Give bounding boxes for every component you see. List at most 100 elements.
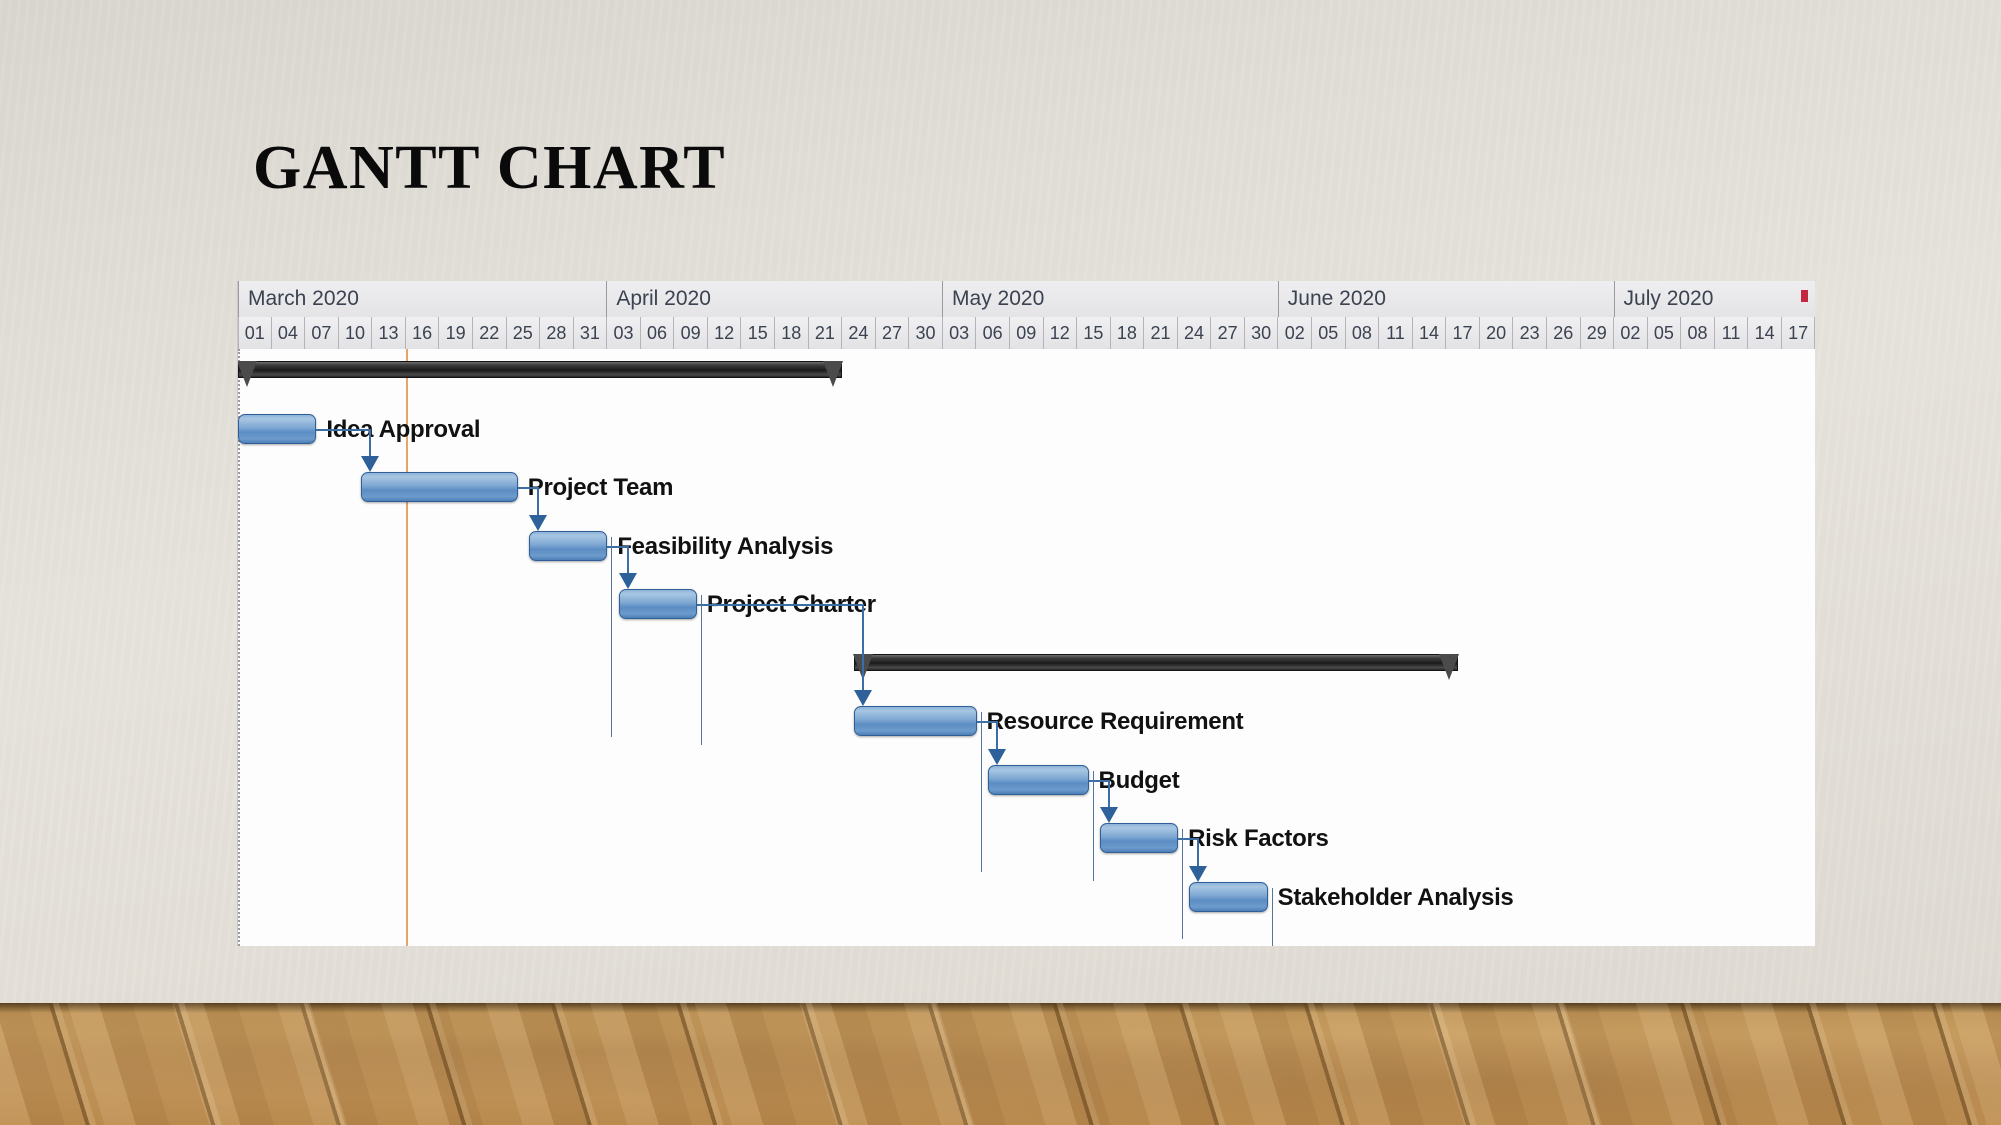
- dependency-arrow-icon: [1099, 807, 1118, 823]
- day-tick-cell: 09: [1009, 317, 1044, 349]
- day-tick-cell: 11: [1379, 317, 1413, 349]
- day-tick-cell: 17: [1446, 317, 1480, 349]
- day-tick-cell: 08: [1681, 317, 1715, 349]
- month-header-cell: June 2020: [1278, 281, 1615, 317]
- summary-bar-body: [853, 653, 1458, 671]
- dependency-link-vertical: [626, 545, 629, 575]
- day-tick-cell: 09: [674, 317, 708, 349]
- day-tick-cell: 30: [909, 317, 943, 349]
- day-tick-cell: 20: [1479, 317, 1514, 349]
- day-tick-cell: 15: [741, 317, 775, 349]
- page-title: GANTT CHART: [253, 134, 727, 202]
- day-tick-cell: 08: [1345, 317, 1380, 349]
- day-tick-cell: 23: [1513, 317, 1547, 349]
- day-tick-cell: 06: [976, 317, 1010, 349]
- day-tick-cell: 22: [472, 317, 507, 349]
- day-tick-cell: 28: [540, 317, 574, 349]
- floor-wood-grain: [0, 1003, 2001, 1125]
- day-tick-cell: 31: [573, 317, 608, 349]
- day-tick-cell: 21: [808, 317, 843, 349]
- gantt-task-bar[interactable]: [361, 472, 518, 502]
- summary-cap-right-icon: [823, 361, 844, 387]
- month-header-label: April 2020: [616, 287, 711, 310]
- dependency-arrow-icon: [1189, 865, 1208, 882]
- gantt-task-bar[interactable]: [1189, 881, 1268, 912]
- gantt-task-bar[interactable]: [528, 530, 608, 561]
- day-tick-cell: 12: [707, 317, 742, 349]
- day-tick-cell: 01: [238, 317, 272, 349]
- dependency-arrow-icon: [618, 573, 637, 589]
- day-tick-cell: 07: [305, 317, 339, 349]
- gantt-task-label: Stakeholder Analysis: [1277, 883, 1514, 911]
- task-connector-line: [611, 536, 613, 737]
- day-tick-cell: 03: [607, 317, 641, 349]
- day-tick-cell: 02: [1278, 317, 1312, 349]
- dependency-arrow-icon: [853, 690, 872, 706]
- day-tick-cell: 27: [875, 317, 910, 349]
- gantt-summary-bar[interactable]: [852, 653, 1459, 680]
- gantt-task-label: Feasibility Analysis: [617, 532, 834, 560]
- dependency-link-horizontal: [517, 487, 537, 489]
- dependency-link-vertical: [536, 487, 539, 517]
- day-tick-cell: 17: [1781, 317, 1815, 349]
- gantt-task-bar[interactable]: [238, 413, 317, 444]
- day-tick-cell: 18: [775, 317, 809, 349]
- dependency-link-horizontal: [696, 604, 862, 606]
- day-tick-cell: 19: [439, 317, 473, 349]
- dependency-arrow-icon: [528, 514, 547, 531]
- summary-bar-body: [238, 361, 843, 378]
- dependency-link-vertical: [995, 721, 998, 751]
- dependency-link-horizontal: [1088, 779, 1108, 782]
- day-tick-cell: 03: [942, 317, 977, 349]
- task-connector-line: [980, 712, 982, 872]
- day-tick-cell: 30: [1244, 317, 1279, 349]
- day-tick-cell: 14: [1412, 317, 1447, 349]
- day-tick-cell: 05: [1647, 317, 1682, 349]
- day-tick-cell: 12: [1043, 317, 1078, 349]
- day-tick-cell: 04: [271, 317, 306, 349]
- dependency-link-horizontal: [976, 721, 996, 723]
- gantt-task-bar[interactable]: [1099, 823, 1179, 853]
- day-tick-cell: 29: [1580, 317, 1615, 349]
- day-tick-cell: 18: [1110, 317, 1145, 349]
- day-tick-cell: 26: [1546, 317, 1581, 349]
- gantt-task-bar[interactable]: [987, 764, 1089, 795]
- day-tick-cell: 05: [1312, 317, 1346, 349]
- wooden-floor-background: [0, 1003, 2001, 1125]
- dependency-link-vertical: [1107, 779, 1110, 809]
- dependency-arrow-icon: [361, 456, 380, 472]
- gantt-summary-bar[interactable]: [238, 361, 844, 387]
- month-header-cell: July 2020: [1614, 281, 1815, 317]
- timeline-day-header: 01 04 07 10 13 16 19 22 25 28 31 03 06 09 12 15 18 21 24 27…: [238, 317, 1815, 349]
- gantt-task-bar[interactable]: [618, 589, 697, 619]
- gantt-task-label: Risk Factors: [1188, 825, 1329, 852]
- slide-canvas: GANTT CHART March 2020 April 2020 May 2020…: [0, 0, 2001, 1125]
- day-tick-cell: 24: [1177, 317, 1212, 349]
- month-header-cell: April 2020: [607, 281, 944, 317]
- month-header-cell: May 2020: [943, 281, 1279, 317]
- task-connector-line: [1092, 770, 1094, 881]
- month-header-label: May 2020: [952, 287, 1045, 310]
- day-tick-cell: 25: [506, 317, 541, 349]
- gantt-task-label: Budget: [1098, 766, 1180, 794]
- timeline-month-header: March 2020 April 2020 May 2020 June 2020 Jul…: [238, 281, 1815, 317]
- month-header-label: June 2020: [1287, 287, 1386, 310]
- dependency-link-horizontal: [607, 545, 627, 548]
- day-tick-cell: 27: [1211, 317, 1245, 349]
- day-tick-cell: 14: [1748, 317, 1782, 349]
- day-tick-cell: 13: [372, 317, 406, 349]
- task-connector-line: [1271, 887, 1273, 946]
- summary-cap-right-icon: [1438, 653, 1459, 680]
- gantt-task-bar[interactable]: [853, 706, 977, 736]
- day-tick-cell: 24: [842, 317, 876, 349]
- task-connector-line: [700, 595, 702, 745]
- dependency-arrow-icon: [987, 748, 1006, 765]
- day-tick-cell: 06: [640, 317, 675, 349]
- month-header-label: March 2020: [248, 287, 359, 310]
- day-tick-cell: 11: [1714, 317, 1749, 349]
- gantt-plot-area: Idea Approval Project Team Feasibility Ana…: [238, 349, 1815, 946]
- gantt-task-label: Resource Requirement: [986, 708, 1244, 735]
- day-tick-cell: 15: [1077, 317, 1111, 349]
- dependency-link-vertical: [369, 428, 372, 458]
- dependency-link-vertical: [861, 604, 864, 692]
